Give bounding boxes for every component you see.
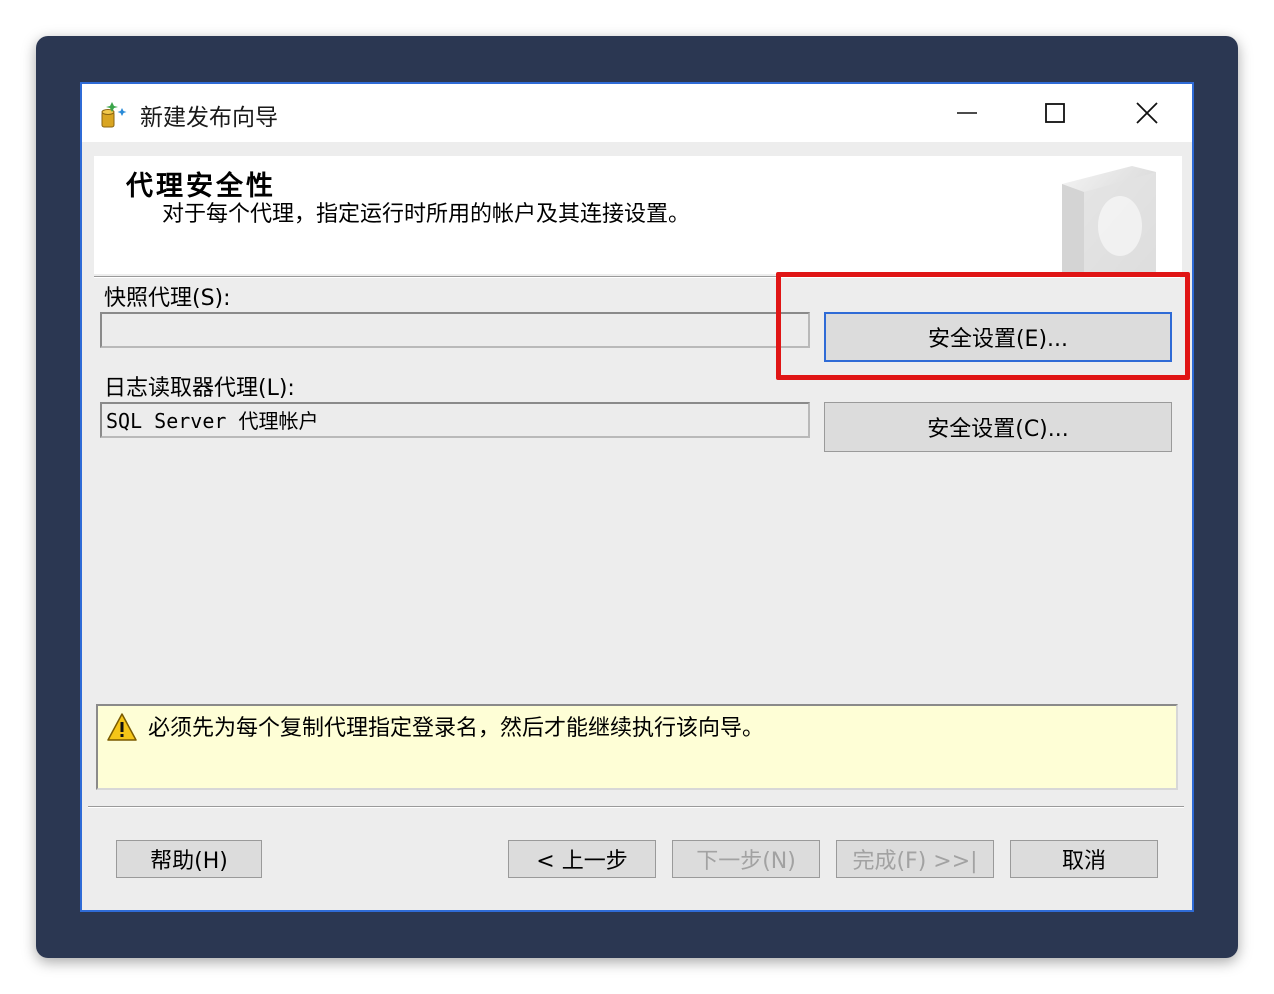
snapshot-agent-field[interactable] [100,312,810,348]
wizard-header: 代理安全性 对于每个代理，指定运行时所用的帐户及其连接设置。 [94,156,1182,274]
close-icon [1136,102,1158,124]
header-book-icon [1062,166,1156,274]
maximize-button[interactable] [1010,84,1100,142]
back-button[interactable]: < 上一步 [508,840,656,878]
title-bar: 新建发布向导 [82,84,1192,142]
minimize-icon [957,112,977,114]
log-reader-security-settings-button[interactable]: 安全设置(C)... [824,402,1172,452]
warning-message: 必须先为每个复制代理指定登录名，然后才能继续执行该向导。 [148,716,765,741]
warning-icon [107,713,137,741]
help-button[interactable]: 帮助(H) [116,840,262,878]
wizard-app-icon [101,102,127,128]
finish-button[interactable]: 完成(F) >>| [836,840,994,878]
next-button[interactable]: 下一步(N) [672,840,820,878]
minimize-button[interactable] [922,84,1012,142]
wizard-window: 新建发布向导 代理安全性 对于每个代理，指定运行时所用的帐户及其连接设置。 快照… [80,82,1194,912]
window-title: 新建发布向导 [140,105,278,131]
log-reader-agent-field[interactable]: SQL Server 代理帐户 [100,402,810,438]
page-subtitle: 对于每个代理，指定运行时所用的帐户及其连接设置。 [162,202,691,227]
maximize-icon [1045,103,1065,123]
warning-panel: 必须先为每个复制代理指定登录名，然后才能继续执行该向导。 [96,704,1178,790]
footer-divider [88,806,1184,808]
log-reader-agent-label: 日志读取器代理(L): [104,376,295,401]
highlight-box [776,272,1190,380]
close-button[interactable] [1102,84,1192,142]
snapshot-agent-label: 快照代理(S): [104,286,231,311]
cancel-button[interactable]: 取消 [1010,840,1158,878]
